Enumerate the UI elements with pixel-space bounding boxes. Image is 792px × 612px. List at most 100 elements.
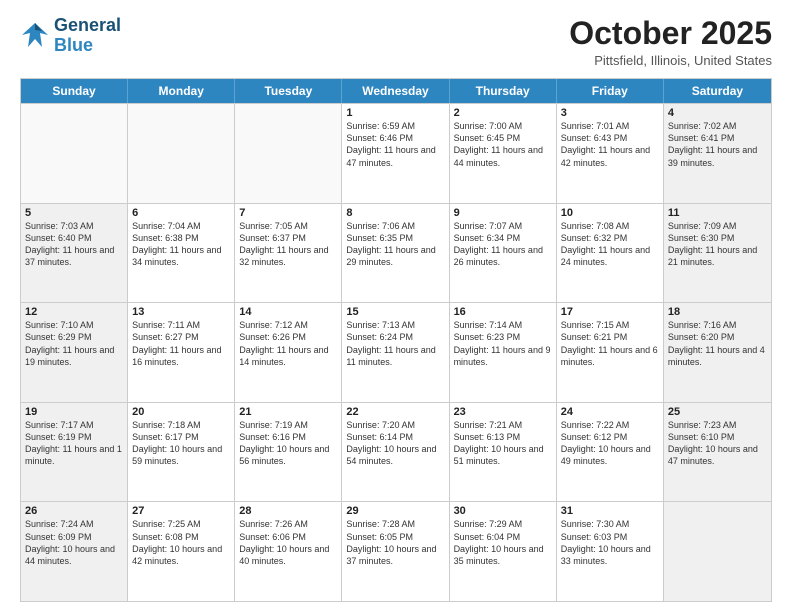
day-info: Sunrise: 7:09 AM Sunset: 6:30 PM Dayligh… — [668, 220, 767, 269]
cal-cell: 11Sunrise: 7:09 AM Sunset: 6:30 PM Dayli… — [664, 204, 771, 303]
day-info: Sunrise: 7:05 AM Sunset: 6:37 PM Dayligh… — [239, 220, 337, 269]
day-info: Sunrise: 7:14 AM Sunset: 6:23 PM Dayligh… — [454, 319, 552, 368]
day-number: 16 — [454, 306, 552, 318]
day-number: 12 — [25, 306, 123, 318]
day-info: Sunrise: 7:30 AM Sunset: 6:03 PM Dayligh… — [561, 518, 659, 567]
day-info: Sunrise: 7:02 AM Sunset: 6:41 PM Dayligh… — [668, 120, 767, 169]
day-info: Sunrise: 7:20 AM Sunset: 6:14 PM Dayligh… — [346, 419, 444, 468]
cal-row: 1Sunrise: 6:59 AM Sunset: 6:46 PM Daylig… — [21, 103, 771, 203]
cal-cell: 18Sunrise: 7:16 AM Sunset: 6:20 PM Dayli… — [664, 303, 771, 402]
day-info: Sunrise: 7:06 AM Sunset: 6:35 PM Dayligh… — [346, 220, 444, 269]
day-info: Sunrise: 7:15 AM Sunset: 6:21 PM Dayligh… — [561, 319, 659, 368]
cal-header-day: Sunday — [21, 79, 128, 103]
day-info: Sunrise: 7:07 AM Sunset: 6:34 PM Dayligh… — [454, 220, 552, 269]
cal-cell: 10Sunrise: 7:08 AM Sunset: 6:32 PM Dayli… — [557, 204, 664, 303]
cal-cell: 24Sunrise: 7:22 AM Sunset: 6:12 PM Dayli… — [557, 403, 664, 502]
cal-row: 26Sunrise: 7:24 AM Sunset: 6:09 PM Dayli… — [21, 501, 771, 601]
cal-cell: 20Sunrise: 7:18 AM Sunset: 6:17 PM Dayli… — [128, 403, 235, 502]
cal-cell — [128, 104, 235, 203]
day-info: Sunrise: 7:21 AM Sunset: 6:13 PM Dayligh… — [454, 419, 552, 468]
day-number: 4 — [668, 107, 767, 119]
cal-header-day: Friday — [557, 79, 664, 103]
cal-cell: 31Sunrise: 7:30 AM Sunset: 6:03 PM Dayli… — [557, 502, 664, 601]
day-info: Sunrise: 7:24 AM Sunset: 6:09 PM Dayligh… — [25, 518, 123, 567]
day-info: Sunrise: 7:13 AM Sunset: 6:24 PM Dayligh… — [346, 319, 444, 368]
day-number: 27 — [132, 505, 230, 517]
day-info: Sunrise: 7:22 AM Sunset: 6:12 PM Dayligh… — [561, 419, 659, 468]
day-number: 9 — [454, 207, 552, 219]
cal-cell — [235, 104, 342, 203]
day-number: 25 — [668, 406, 767, 418]
cal-cell: 30Sunrise: 7:29 AM Sunset: 6:04 PM Dayli… — [450, 502, 557, 601]
day-number: 5 — [25, 207, 123, 219]
day-number: 6 — [132, 207, 230, 219]
day-number: 2 — [454, 107, 552, 119]
day-info: Sunrise: 7:26 AM Sunset: 6:06 PM Dayligh… — [239, 518, 337, 567]
day-number: 15 — [346, 306, 444, 318]
cal-cell: 19Sunrise: 7:17 AM Sunset: 6:19 PM Dayli… — [21, 403, 128, 502]
cal-cell: 5Sunrise: 7:03 AM Sunset: 6:40 PM Daylig… — [21, 204, 128, 303]
calendar-body: 1Sunrise: 6:59 AM Sunset: 6:46 PM Daylig… — [21, 103, 771, 601]
day-number: 14 — [239, 306, 337, 318]
cal-cell: 1Sunrise: 6:59 AM Sunset: 6:46 PM Daylig… — [342, 104, 449, 203]
day-info: Sunrise: 7:17 AM Sunset: 6:19 PM Dayligh… — [25, 419, 123, 468]
cal-header-day: Thursday — [450, 79, 557, 103]
day-number: 30 — [454, 505, 552, 517]
cal-cell: 9Sunrise: 7:07 AM Sunset: 6:34 PM Daylig… — [450, 204, 557, 303]
cal-row: 5Sunrise: 7:03 AM Sunset: 6:40 PM Daylig… — [21, 203, 771, 303]
day-info: Sunrise: 7:16 AM Sunset: 6:20 PM Dayligh… — [668, 319, 767, 368]
day-info: Sunrise: 7:03 AM Sunset: 6:40 PM Dayligh… — [25, 220, 123, 269]
day-number: 24 — [561, 406, 659, 418]
day-info: Sunrise: 7:08 AM Sunset: 6:32 PM Dayligh… — [561, 220, 659, 269]
day-number: 21 — [239, 406, 337, 418]
day-info: Sunrise: 7:28 AM Sunset: 6:05 PM Dayligh… — [346, 518, 444, 567]
logo-icon — [20, 21, 50, 51]
cal-row: 19Sunrise: 7:17 AM Sunset: 6:19 PM Dayli… — [21, 402, 771, 502]
cal-header-day: Tuesday — [235, 79, 342, 103]
cal-header-day: Saturday — [664, 79, 771, 103]
cal-cell — [21, 104, 128, 203]
cal-cell: 17Sunrise: 7:15 AM Sunset: 6:21 PM Dayli… — [557, 303, 664, 402]
day-info: Sunrise: 7:12 AM Sunset: 6:26 PM Dayligh… — [239, 319, 337, 368]
day-info: Sunrise: 7:11 AM Sunset: 6:27 PM Dayligh… — [132, 319, 230, 368]
cal-cell: 6Sunrise: 7:04 AM Sunset: 6:38 PM Daylig… — [128, 204, 235, 303]
day-info: Sunrise: 7:00 AM Sunset: 6:45 PM Dayligh… — [454, 120, 552, 169]
cal-cell: 4Sunrise: 7:02 AM Sunset: 6:41 PM Daylig… — [664, 104, 771, 203]
day-number: 29 — [346, 505, 444, 517]
logo-text: General Blue — [54, 16, 121, 56]
cal-cell: 22Sunrise: 7:20 AM Sunset: 6:14 PM Dayli… — [342, 403, 449, 502]
day-info: Sunrise: 7:01 AM Sunset: 6:43 PM Dayligh… — [561, 120, 659, 169]
page: General Blue October 2025 Pittsfield, Il… — [0, 0, 792, 612]
month-title: October 2025 — [569, 16, 772, 51]
cal-header-day: Wednesday — [342, 79, 449, 103]
day-number: 23 — [454, 406, 552, 418]
cal-cell: 12Sunrise: 7:10 AM Sunset: 6:29 PM Dayli… — [21, 303, 128, 402]
cal-cell: 28Sunrise: 7:26 AM Sunset: 6:06 PM Dayli… — [235, 502, 342, 601]
title-block: October 2025 Pittsfield, Illinois, Unite… — [569, 16, 772, 68]
cal-cell: 29Sunrise: 7:28 AM Sunset: 6:05 PM Dayli… — [342, 502, 449, 601]
cal-cell: 8Sunrise: 7:06 AM Sunset: 6:35 PM Daylig… — [342, 204, 449, 303]
cal-cell: 25Sunrise: 7:23 AM Sunset: 6:10 PM Dayli… — [664, 403, 771, 502]
location: Pittsfield, Illinois, United States — [569, 53, 772, 68]
day-info: Sunrise: 7:19 AM Sunset: 6:16 PM Dayligh… — [239, 419, 337, 468]
cal-cell: 27Sunrise: 7:25 AM Sunset: 6:08 PM Dayli… — [128, 502, 235, 601]
day-info: Sunrise: 7:29 AM Sunset: 6:04 PM Dayligh… — [454, 518, 552, 567]
header: General Blue October 2025 Pittsfield, Il… — [20, 16, 772, 68]
cal-cell: 16Sunrise: 7:14 AM Sunset: 6:23 PM Dayli… — [450, 303, 557, 402]
cal-cell: 15Sunrise: 7:13 AM Sunset: 6:24 PM Dayli… — [342, 303, 449, 402]
day-info: Sunrise: 7:23 AM Sunset: 6:10 PM Dayligh… — [668, 419, 767, 468]
cal-cell: 26Sunrise: 7:24 AM Sunset: 6:09 PM Dayli… — [21, 502, 128, 601]
day-number: 26 — [25, 505, 123, 517]
day-number: 31 — [561, 505, 659, 517]
day-number: 11 — [668, 207, 767, 219]
calendar: SundayMondayTuesdayWednesdayThursdayFrid… — [20, 78, 772, 602]
day-number: 28 — [239, 505, 337, 517]
day-number: 22 — [346, 406, 444, 418]
day-info: Sunrise: 7:04 AM Sunset: 6:38 PM Dayligh… — [132, 220, 230, 269]
day-number: 7 — [239, 207, 337, 219]
day-number: 10 — [561, 207, 659, 219]
logo: General Blue — [20, 16, 121, 56]
cal-header-day: Monday — [128, 79, 235, 103]
cal-row: 12Sunrise: 7:10 AM Sunset: 6:29 PM Dayli… — [21, 302, 771, 402]
cal-cell: 23Sunrise: 7:21 AM Sunset: 6:13 PM Dayli… — [450, 403, 557, 502]
